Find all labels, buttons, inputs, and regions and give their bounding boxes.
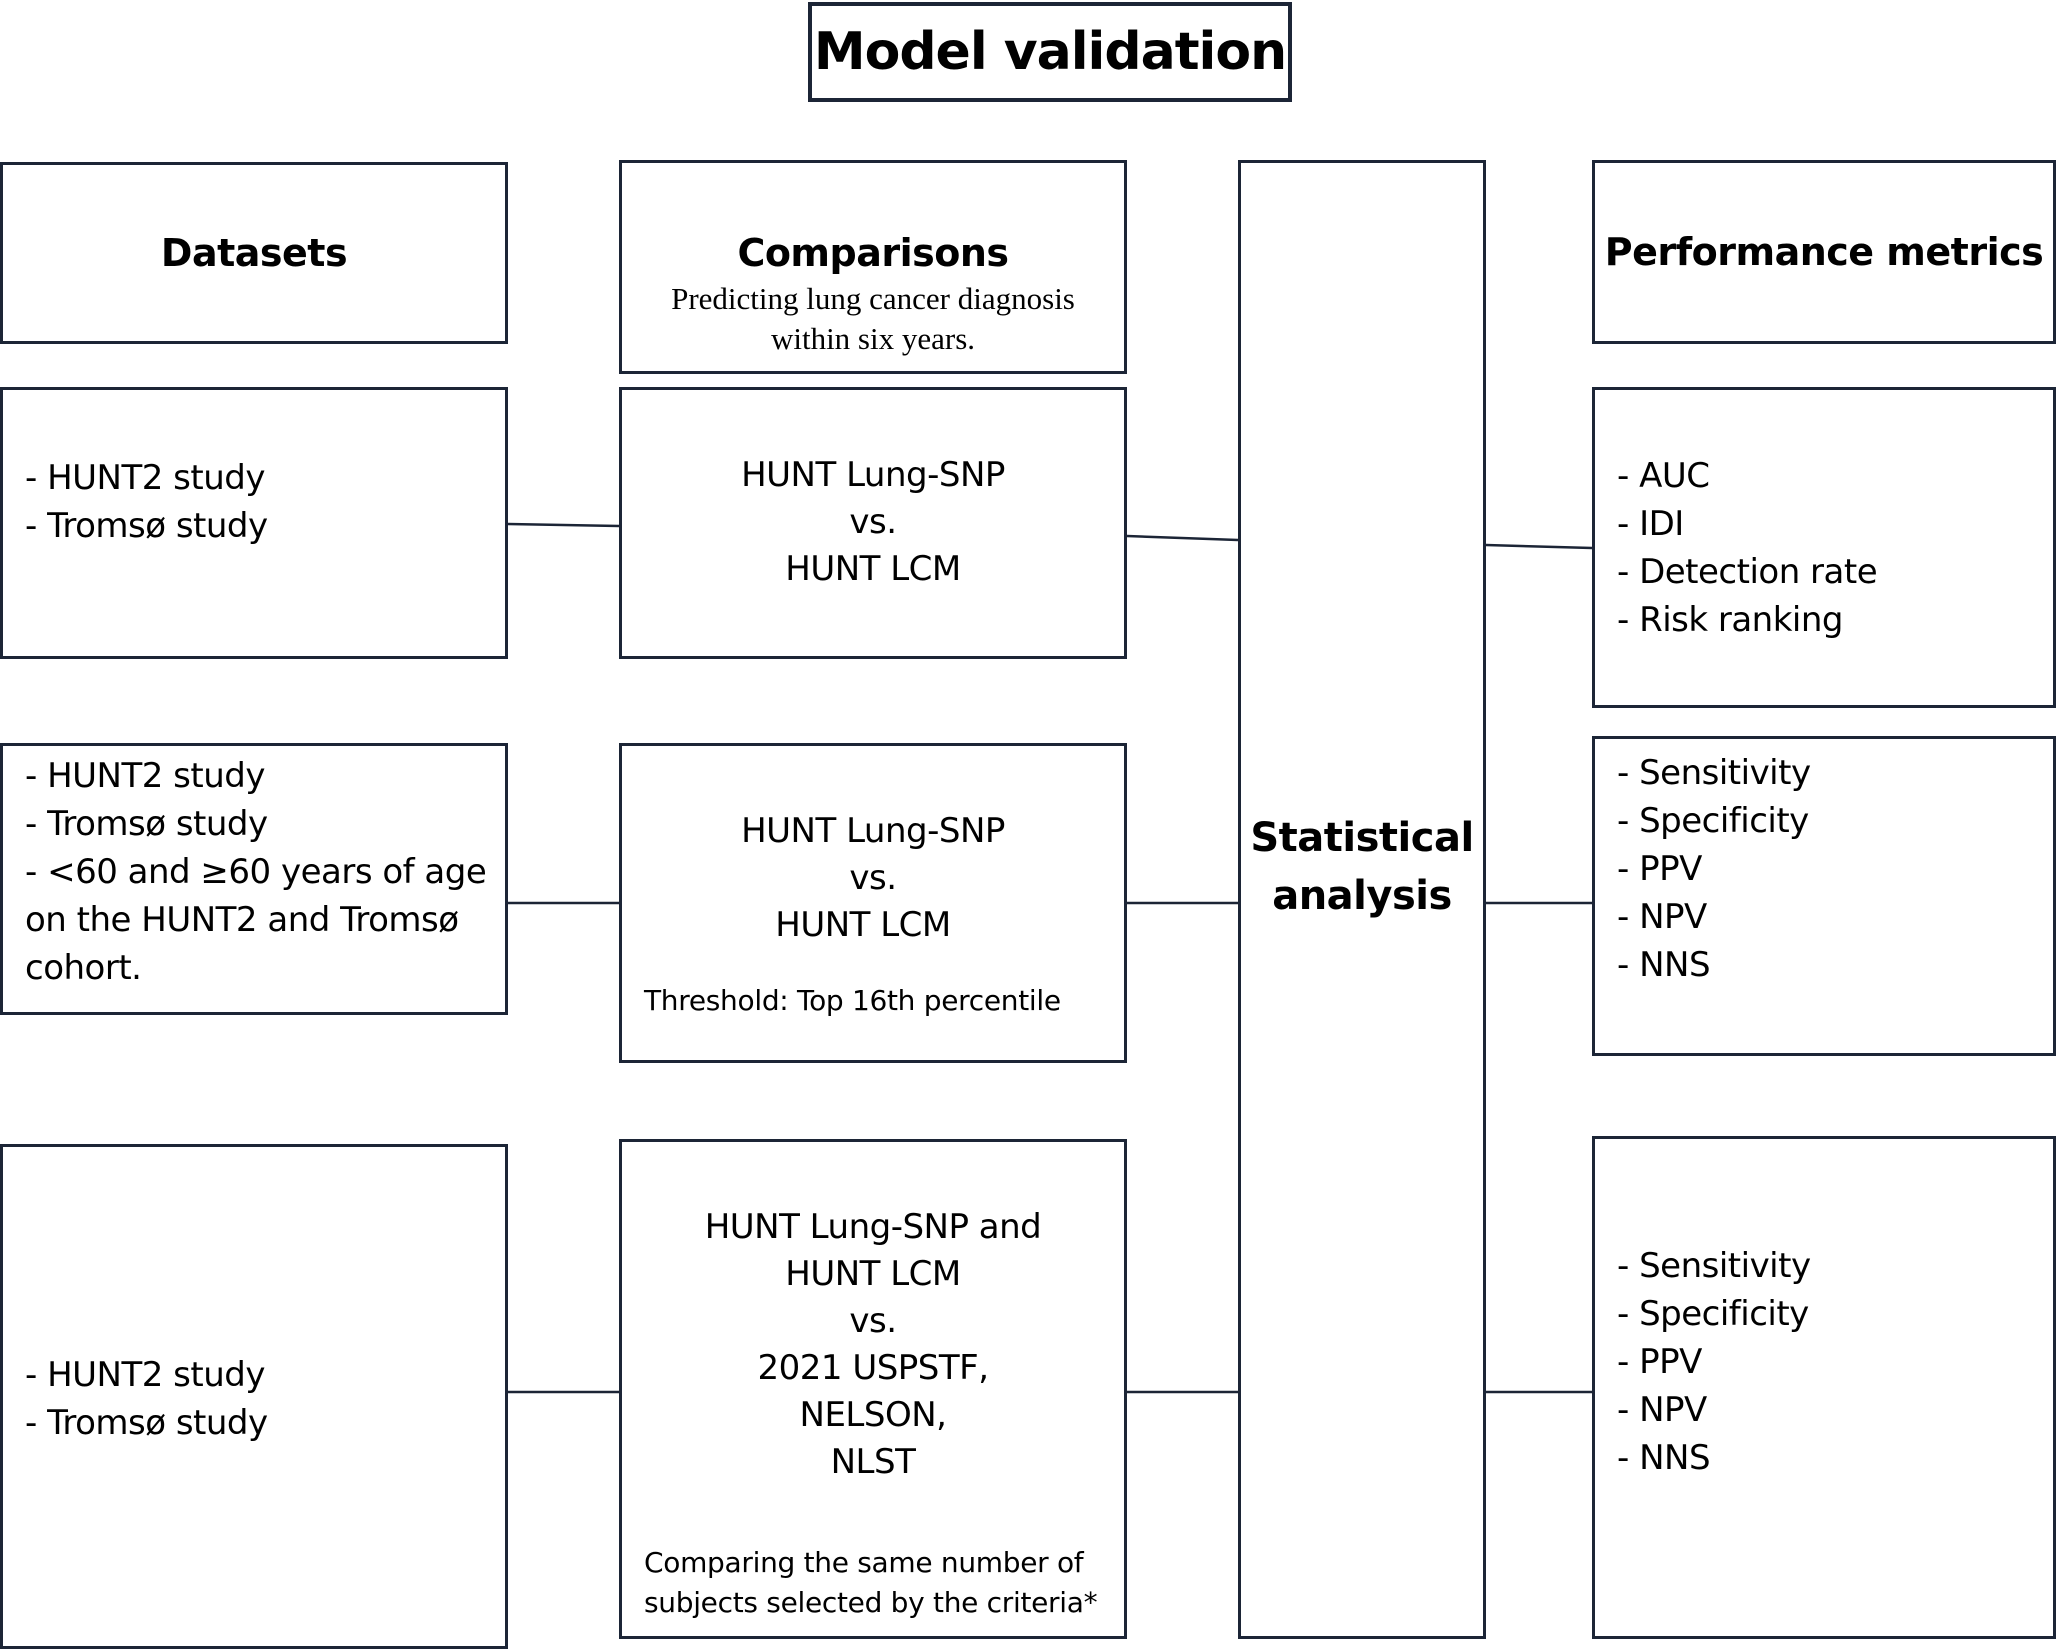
comparison-line: HUNT LCM (785, 549, 961, 589)
comparison-line: HUNT LCM (775, 905, 951, 945)
metrics-list: - Sensitivity - Specificity - PPV - NPV … (1617, 1242, 1811, 1482)
connector-stat-metrics-row1 (1485, 543, 1593, 550)
metrics-box-row1: - AUC - IDI - Detection rate - Risk rank… (1592, 387, 2056, 708)
metrics-list: - Sensitivity - Specificity - PPV - NPV … (1617, 749, 1811, 989)
list-item: - Detection rate (1617, 552, 1878, 592)
comparison-text: HUNT Lung-SNP vs. HUNT LCM (622, 808, 1124, 949)
statistical-analysis-box: Statistical analysis (1238, 160, 1486, 1639)
performance-header-box: Performance metrics (1592, 160, 2056, 344)
comparison-box-row2: HUNT Lung-SNP vs. HUNT LCM Threshold: To… (619, 743, 1127, 1063)
list-item: - Sensitivity (1617, 1246, 1811, 1286)
comparison-line: HUNT Lung-SNP (741, 455, 1005, 495)
comparison-box-row3: HUNT Lung-SNP and HUNT LCM vs. 2021 USPS… (619, 1139, 1127, 1639)
comparisons-header: Comparisons (737, 231, 1009, 275)
comparison-line: HUNT Lung-SNP and (704, 1207, 1042, 1247)
list-item: - HUNT2 study (25, 458, 265, 498)
comparisons-header-box: Comparisons Predicting lung cancer diagn… (619, 160, 1127, 374)
list-item: - Risk ranking (1617, 600, 1844, 640)
datasets-list: - HUNT2 study - Tromsø study - <60 and ≥… (25, 752, 487, 992)
list-item: - NPV (1617, 897, 1707, 937)
list-item: - HUNT2 study (25, 756, 265, 796)
list-item: - IDI (1617, 504, 1684, 544)
list-item: - NNS (1617, 945, 1711, 985)
statistical-analysis-label: Statistical analysis (1241, 809, 1483, 925)
comparison-text: HUNT Lung-SNP and HUNT LCM vs. 2021 USPS… (622, 1204, 1124, 1486)
comparison-line: vs. (849, 858, 897, 898)
comparison-line: HUNT LCM (785, 1254, 961, 1294)
datasets-list: - HUNT2 study - Tromsø study (25, 1351, 268, 1447)
comparison-line: vs. (849, 1301, 897, 1341)
list-item: - Tromsø study (25, 1403, 268, 1443)
metrics-list: - AUC - IDI - Detection rate - Risk rank… (1617, 452, 1878, 644)
comparison-line: NELSON, (799, 1395, 947, 1435)
comparison-line: 2021 USPSTF, (757, 1348, 989, 1388)
metrics-box-row2: - Sensitivity - Specificity - PPV - NPV … (1592, 736, 2056, 1056)
list-item: - Specificity (1617, 1294, 1809, 1334)
list-item: on the HUNT2 and Tromsø (25, 900, 459, 940)
list-item: - <60 and ≥60 years of age (25, 852, 487, 892)
list-item: - Tromsø study (25, 506, 268, 546)
datasets-box-row3: - HUNT2 study - Tromsø study (0, 1144, 508, 1649)
list-item: - AUC (1617, 456, 1710, 496)
list-item: - PPV (1617, 1342, 1702, 1382)
list-item: - NNS (1617, 1438, 1711, 1478)
list-item: - PPV (1617, 849, 1702, 889)
connector-datasets-comparison-row1 (507, 522, 620, 528)
comparison-line: NLST (830, 1442, 916, 1482)
note-line: Comparing the same number of (644, 1546, 1084, 1579)
datasets-list: - HUNT2 study - Tromsø study (25, 454, 268, 550)
title-box: Model validation (808, 2, 1292, 102)
statistical-analysis-line: analysis (1272, 873, 1452, 919)
performance-header: Performance metrics (1604, 230, 2044, 274)
comparison-box-row1: HUNT Lung-SNP vs. HUNT LCM (619, 387, 1127, 659)
metrics-box-row3: - Sensitivity - Specificity - PPV - NPV … (1592, 1136, 2056, 1639)
comparison-line: HUNT Lung-SNP (741, 811, 1005, 851)
datasets-header-box: Datasets (0, 162, 508, 344)
datasets-header: Datasets (160, 231, 348, 275)
comparison-note: Comparing the same number of subjects se… (644, 1543, 1098, 1623)
datasets-box-row2: - HUNT2 study - Tromsø study - <60 and ≥… (0, 743, 508, 1015)
list-item: cohort. (25, 948, 142, 988)
diagram-title: Model validation (813, 22, 1287, 82)
list-item: - HUNT2 study (25, 1355, 265, 1395)
connector-comparison-stat-row1 (1126, 534, 1239, 542)
comparisons-subtitle: Predicting lung cancer diagnosis within … (671, 279, 1075, 359)
comparison-text: HUNT Lung-SNP vs. HUNT LCM (622, 452, 1124, 593)
note-line: subjects selected by the criteria* (644, 1586, 1098, 1619)
datasets-box-row1: - HUNT2 study - Tromsø study (0, 387, 508, 659)
list-item: - Tromsø study (25, 804, 268, 844)
comparison-note: Threshold: Top 16th percentile (644, 981, 1061, 1021)
comparisons-subtitle-line: Predicting lung cancer diagnosis (671, 281, 1075, 316)
comparison-line: vs. (849, 502, 897, 542)
statistical-analysis-line: Statistical (1250, 815, 1474, 861)
comparisons-subtitle-line: within six years. (770, 321, 976, 356)
list-item: - Sensitivity (1617, 753, 1811, 793)
list-item: - Specificity (1617, 801, 1809, 841)
list-item: - NPV (1617, 1390, 1707, 1430)
note-line: Threshold: Top 16th percentile (644, 984, 1061, 1017)
